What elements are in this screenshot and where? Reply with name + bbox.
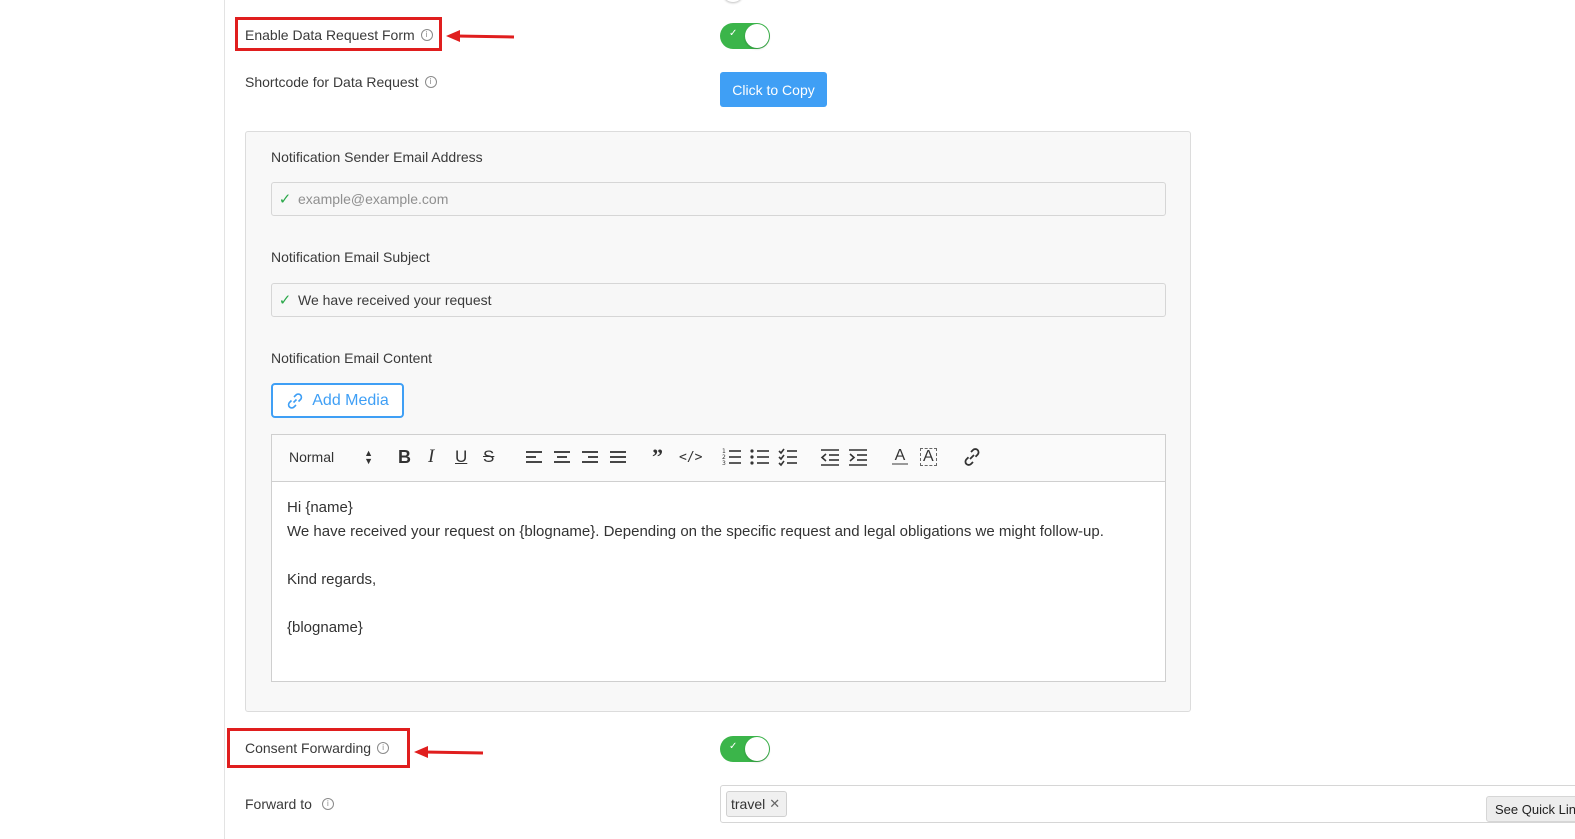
body-line: {blogname}	[287, 619, 363, 636]
link-icon	[288, 392, 303, 409]
background-color-icon[interactable]: A	[920, 447, 937, 467]
text-color-icon[interactable]: A	[892, 447, 908, 467]
align-center-icon[interactable]	[553, 447, 571, 467]
body-blank-line	[287, 592, 1150, 616]
enable-form-label: Enable Data Request Form i	[245, 27, 433, 43]
info-icon[interactable]: i	[420, 29, 433, 41]
forward-to-label: Forward to i	[245, 796, 334, 812]
bold-icon[interactable]: B	[398, 447, 411, 467]
body-line: Hi {name}	[287, 499, 353, 516]
toggle-knob	[745, 24, 769, 48]
checklist-icon[interactable]	[778, 447, 798, 467]
consent-forwarding-toggle[interactable]: ✓	[720, 736, 770, 762]
align-left-icon[interactable]	[525, 447, 543, 467]
body-line: We have received your request on {blogna…	[287, 523, 1104, 540]
partial-toggle-knob	[724, 0, 742, 2]
forward-to-input[interactable]: travel ✕	[720, 785, 1575, 823]
check-icon: ✓	[729, 741, 738, 752]
remove-tag-icon[interactable]: ✕	[769, 796, 780, 812]
italic-icon[interactable]: I	[428, 446, 434, 467]
sidebar-divider	[224, 0, 225, 839]
shortcode-label: Shortcode for Data Request i	[245, 74, 437, 90]
tag-travel: travel ✕	[726, 791, 788, 817]
indent-icon[interactable]	[848, 447, 868, 467]
email-content-label: Notification Email Content	[271, 350, 433, 366]
consent-forwarding-label: Consent Forwarding i	[245, 740, 390, 756]
see-quick-links-button[interactable]: See Quick Lin	[1486, 796, 1575, 822]
ordered-list-icon[interactable]: 123	[722, 447, 742, 467]
svg-text:3: 3	[722, 460, 726, 467]
link-icon[interactable]	[962, 447, 982, 467]
arrow-annotation-icon	[446, 30, 515, 42]
click-to-copy-button[interactable]: Click to Copy	[720, 72, 827, 107]
align-justify-icon[interactable]	[609, 447, 627, 467]
check-icon: ✓	[729, 28, 738, 39]
body-blank-line	[287, 544, 1150, 568]
add-media-button[interactable]: Add Media	[271, 383, 404, 418]
editor-toolbar: Normal ▲ ▼ B I U S ” </> 123 A A	[272, 435, 1165, 482]
underline-icon[interactable]: U	[455, 447, 467, 467]
info-icon[interactable]: i	[424, 76, 437, 88]
valid-check-icon: ✓	[278, 292, 292, 309]
info-icon[interactable]: i	[377, 742, 390, 754]
email-subject-value: We have received your request	[298, 292, 492, 308]
rich-text-editor[interactable]: Normal ▲ ▼ B I U S ” </> 123 A A Hi {nam…	[271, 434, 1166, 682]
blockquote-icon[interactable]: ”	[652, 444, 663, 469]
sender-email-input[interactable]: ✓ example@example.com	[271, 182, 1166, 216]
email-subject-label: Notification Email Subject	[271, 249, 430, 265]
strike-icon[interactable]: S	[483, 447, 494, 467]
outdent-icon[interactable]	[820, 447, 840, 467]
align-right-icon[interactable]	[581, 447, 599, 467]
info-icon[interactable]: i	[321, 798, 334, 810]
valid-check-icon: ✓	[278, 191, 292, 208]
sender-email-placeholder: example@example.com	[298, 191, 449, 207]
settings-page: Enable Data Request Form i ✓ Shortcode f…	[0, 0, 1575, 839]
email-subject-input[interactable]: ✓ We have received your request	[271, 283, 1166, 317]
select-arrows-icon: ▲ ▼	[364, 448, 374, 466]
bullet-list-icon[interactable]	[750, 447, 770, 467]
arrow-annotation-icon	[414, 746, 484, 758]
format-select[interactable]: Normal ▲ ▼	[289, 447, 373, 467]
editor-content[interactable]: Hi {name} We have received your request …	[272, 482, 1165, 654]
enable-form-toggle[interactable]: ✓	[720, 23, 770, 49]
body-line: Kind regards,	[287, 571, 377, 588]
notification-panel: Notification Sender Email Address ✓ exam…	[245, 131, 1191, 712]
sender-email-label: Notification Sender Email Address	[271, 149, 483, 165]
toggle-knob	[745, 737, 769, 761]
code-icon[interactable]: </>	[679, 447, 702, 467]
